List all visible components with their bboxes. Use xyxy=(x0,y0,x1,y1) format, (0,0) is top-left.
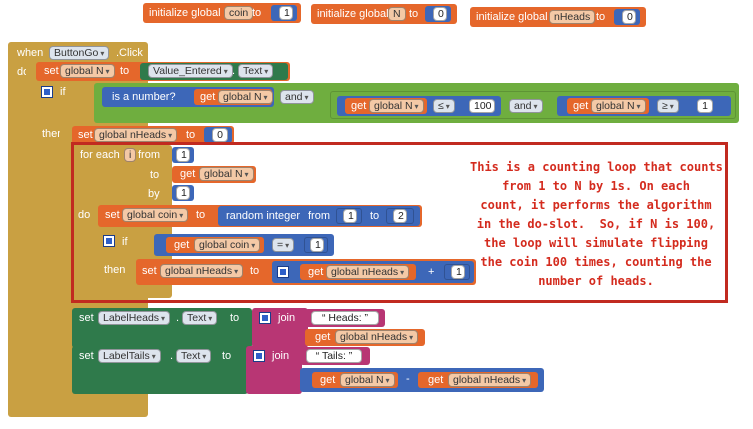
set-global-n-block[interactable]: set global N ▾ to Value_Entered ▾ . Text ▾ xyxy=(36,62,290,81)
to-label: to xyxy=(120,65,130,77)
get-label: get xyxy=(200,91,216,103)
mutator-icon[interactable] xyxy=(253,350,265,362)
set-label: set xyxy=(79,350,94,362)
init-label: initialize global xyxy=(476,11,548,23)
get-label: get xyxy=(320,374,336,386)
set-label: set xyxy=(78,129,93,141)
get-label: get xyxy=(315,331,331,343)
var-dropdown[interactable]: global N ▾ xyxy=(591,99,646,113)
component-getter-block[interactable]: Value_Entered ▾ . Text ▾ xyxy=(140,63,288,80)
var-dropdown[interactable]: global nHeads ▾ xyxy=(448,373,532,387)
string-field[interactable]: “ Heads: ” xyxy=(311,311,379,325)
to-label: to xyxy=(409,8,419,20)
component-dropdown[interactable]: Value_Entered ▾ xyxy=(148,64,233,78)
to-label: to xyxy=(222,350,232,362)
ge-compare-block[interactable]: get global N ▾ ≥ ▾ 1 xyxy=(557,96,731,116)
var-name-field[interactable]: N xyxy=(388,7,406,21)
set-labelheads-text-block[interactable]: set LabelHeads ▾ . Text ▾ to xyxy=(72,308,252,348)
get-block[interactable]: get global N ▾ xyxy=(312,372,398,388)
if-label: if xyxy=(60,86,66,98)
init-label: initialize global xyxy=(149,7,221,19)
component-dropdown[interactable]: LabelTails ▾ xyxy=(98,349,161,363)
to-label: to xyxy=(252,7,262,19)
join-label: join xyxy=(272,350,290,362)
dot: . xyxy=(176,312,180,324)
var-dropdown[interactable]: global nHeads ▾ xyxy=(94,128,178,142)
annotation-text: This is a counting loop that counts from… xyxy=(470,160,723,288)
number-block[interactable]: 0 xyxy=(425,6,451,22)
var-dropdown[interactable]: global N ▾ xyxy=(340,373,395,387)
get-label: get xyxy=(573,100,589,112)
init-label: initialize global xyxy=(317,8,389,20)
property-dropdown[interactable]: Text ▾ xyxy=(176,349,212,363)
set-label: set xyxy=(79,312,94,324)
property-dropdown[interactable]: Text ▾ xyxy=(238,64,274,78)
var-dropdown[interactable]: global nHeads ▾ xyxy=(335,330,419,344)
join-label: join xyxy=(278,312,296,324)
compare-operator-dropdown[interactable]: ≤ ▾ xyxy=(433,99,455,113)
is-number-label: is a number? xyxy=(112,91,176,103)
get-label: get xyxy=(351,100,367,112)
number-block[interactable]: 100 xyxy=(463,98,497,114)
property-dropdown[interactable]: Text ▾ xyxy=(182,311,218,325)
component-dropdown[interactable]: LabelHeads ▾ xyxy=(98,311,171,325)
mutator-icon[interactable] xyxy=(41,86,53,98)
init-global-coin-block[interactable]: initialize global coin to 1 xyxy=(143,3,301,23)
number-field[interactable]: 0 xyxy=(622,10,636,24)
number-field[interactable]: 0 xyxy=(433,7,447,21)
dot: . xyxy=(170,350,174,362)
number-field[interactable]: 0 xyxy=(212,128,228,142)
inner-and-block[interactable]: get global N ▾ ≤ ▾ 100 and ▾ get global N ▾ xyxy=(330,91,736,119)
to-label: to xyxy=(230,312,240,324)
number-block[interactable]: 1 xyxy=(689,98,719,114)
set-labeltails-text-block[interactable]: set LabelTails ▾ . Text ▾ to xyxy=(72,346,248,394)
text-string-block[interactable]: “ Tails: ” xyxy=(300,347,370,365)
subtraction-block[interactable]: get global N ▾ - get global nHeads ▾ xyxy=(300,368,544,392)
var-name-field[interactable]: nHeads xyxy=(549,10,596,24)
dot: . xyxy=(232,65,236,77)
compare-operator-dropdown[interactable]: ≥ ▾ xyxy=(657,99,679,113)
number-block[interactable]: 0 xyxy=(204,127,232,143)
number-field[interactable]: 1 xyxy=(279,6,293,20)
var-dropdown[interactable]: global N ▾ xyxy=(218,90,273,104)
event-handler-body xyxy=(26,60,36,405)
get-block[interactable]: get global nHeads ▾ xyxy=(305,329,425,346)
var-name-field[interactable]: coin xyxy=(224,6,254,20)
get-block[interactable]: get global N ▾ xyxy=(567,98,649,114)
component-dropdown[interactable]: ButtonGo ▾ xyxy=(49,46,110,60)
le-compare-block[interactable]: get global N ▾ ≤ ▾ 100 xyxy=(337,96,501,116)
join-block[interactable]: join xyxy=(246,346,302,394)
when-label: when xyxy=(17,47,44,59)
number-field[interactable]: 1 xyxy=(697,99,713,113)
to-label: to xyxy=(186,129,196,141)
number-block[interactable]: 0 xyxy=(614,9,640,25)
string-field[interactable]: “ Tails: ” xyxy=(306,349,362,363)
mutator-icon[interactable] xyxy=(259,312,271,324)
var-dropdown[interactable]: global N ▾ xyxy=(60,64,115,78)
get-label: get xyxy=(428,374,444,386)
and-operator-dropdown[interactable]: and ▾ xyxy=(509,99,543,113)
init-global-n-block[interactable]: initialize global N to 0 xyxy=(311,4,457,24)
event-name: .Click xyxy=(116,47,143,59)
text-string-block[interactable]: “ Heads: ” xyxy=(305,309,385,327)
init-global-nheads-block[interactable]: initialize global nHeads to 0 xyxy=(470,7,646,27)
join-block[interactable]: join xyxy=(252,308,308,348)
get-block[interactable]: get global nHeads ▾ xyxy=(418,372,538,388)
get-block[interactable]: get global N ▾ xyxy=(345,98,427,114)
to-label: to xyxy=(596,11,606,23)
get-block[interactable]: get global N ▾ xyxy=(194,89,273,105)
number-block[interactable]: 1 xyxy=(271,5,297,21)
set-label: set xyxy=(44,65,59,77)
var-dropdown[interactable]: global N ▾ xyxy=(369,99,424,113)
and-block[interactable]: is a number? get global N ▾ and ▾ get glob… xyxy=(94,83,739,123)
minus-label: - xyxy=(406,373,410,385)
number-field[interactable]: 100 xyxy=(469,99,495,113)
and-operator-dropdown[interactable]: and ▾ xyxy=(280,90,314,104)
is-number-block[interactable]: is a number? get global N ▾ xyxy=(102,87,274,107)
